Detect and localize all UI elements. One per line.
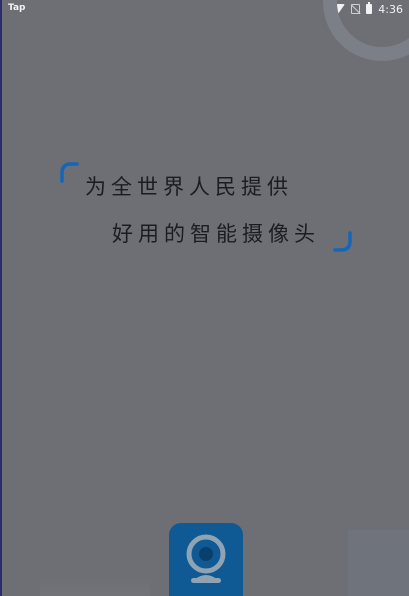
slogan-line-1: 为全世界人民提供 [85, 175, 293, 199]
slogan-line-2: 好用的智能摄像头 [112, 222, 320, 246]
bottom-right-panel [348, 530, 409, 596]
webcam-icon [186, 534, 226, 583]
bottom-left-shadow [40, 578, 150, 596]
bracket-bottom-right-icon [333, 231, 352, 252]
splash-screen: Tap 4:36 为全世界人民提供 好用的智能摄像头 [0, 0, 409, 596]
slogan: 为全世界人民提供 好用的智能摄像头 [0, 0, 409, 300]
bracket-top-left-icon [60, 162, 79, 183]
app-logo [169, 523, 243, 596]
